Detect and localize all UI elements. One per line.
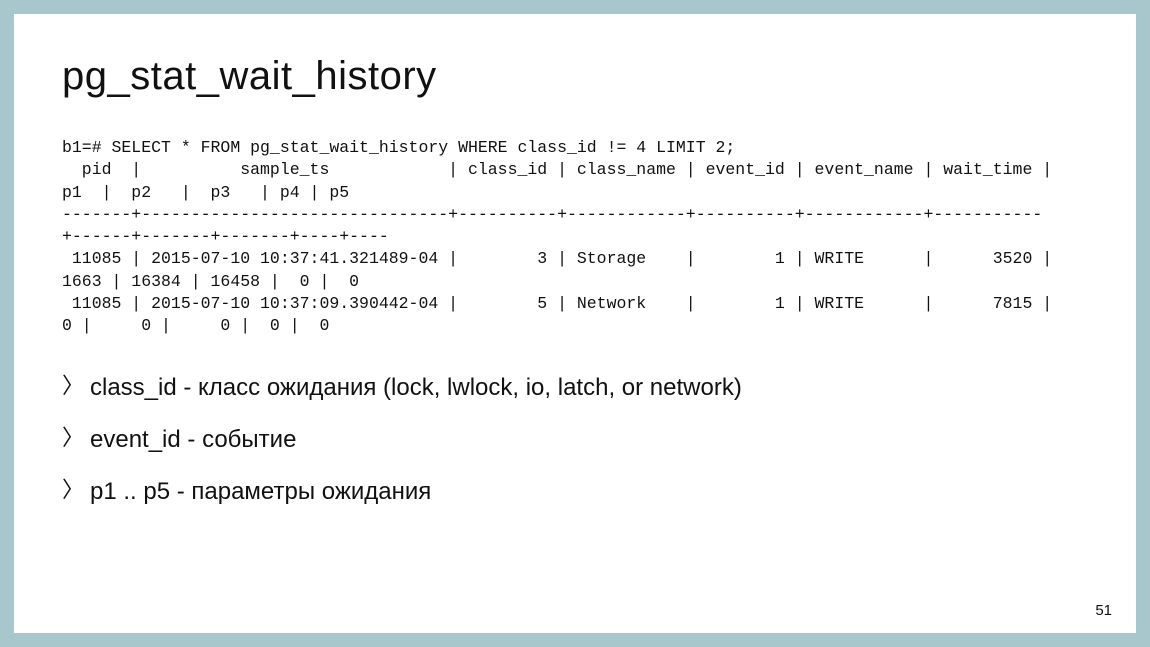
bullet-item: p1 .. p5 - параметры ожидания xyxy=(62,475,1088,509)
slide-title: pg_stat_wait_history xyxy=(62,54,1088,99)
slide: pg_stat_wait_history b1=# SELECT * FROM … xyxy=(14,14,1136,633)
bullet-item: event_id - событие xyxy=(62,423,1088,457)
bullet-list: class_id - класс ожидания (lock, lwlock,… xyxy=(62,371,1088,508)
bullet-item: class_id - класс ожидания (lock, lwlock,… xyxy=(62,371,1088,405)
sql-output-block: b1=# SELECT * FROM pg_stat_wait_history … xyxy=(62,137,1088,337)
page-number: 51 xyxy=(1095,602,1112,619)
